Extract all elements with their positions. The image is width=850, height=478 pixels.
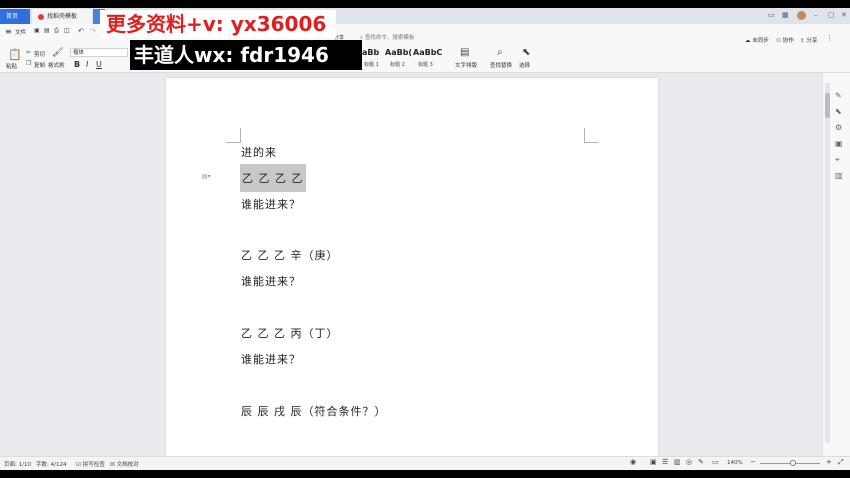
menu-icon[interactable]: ≡ — [5, 27, 12, 36]
cursor-icon[interactable]: ⬉ — [835, 107, 842, 116]
find-replace-button[interactable]: 查找替换 — [490, 61, 512, 69]
cut-button[interactable]: 剪切 — [34, 50, 45, 58]
text-layout-icon[interactable]: ▤ — [460, 47, 469, 58]
collab-button[interactable]: ⚇ 协作 — [776, 36, 794, 44]
select-button[interactable]: 选择 — [519, 61, 530, 69]
web-view-icon[interactable]: ◎ — [686, 458, 692, 466]
sync-status[interactable]: ☁ 未同步 — [745, 36, 769, 44]
style-heading1[interactable]: aBb — [362, 48, 379, 57]
command-search[interactable]: ⌕ 查找命令、搜索模板 — [360, 33, 414, 42]
share-label: 分享 — [806, 38, 818, 44]
document-page[interactable]: ▤▾ 进的来 乙 乙 乙 乙 谁能进来？ 乙 乙 乙 辛（庚） 谁能进来？ 乙 … — [166, 78, 658, 470]
write-view-icon[interactable]: ✎ — [698, 458, 704, 466]
zoom-slider-handle[interactable] — [790, 460, 796, 466]
grid-icon[interactable]: ▦ — [782, 11, 789, 19]
book-icon[interactable]: ▥ — [835, 171, 843, 180]
watermark-line1: 更多资料+v: yx36006 — [100, 10, 336, 38]
proof-label: 文档校对 — [116, 462, 139, 468]
doc-line[interactable]: 乙 乙 乙 丙（丁） — [241, 325, 339, 341]
copy-icon[interactable]: ❐ — [26, 60, 31, 67]
underline-button[interactable]: U — [96, 60, 102, 69]
margin-corner-left — [226, 128, 241, 143]
paste-button[interactable]: 粘贴 — [6, 62, 17, 70]
page-count[interactable]: 页面: 1/10 — [4, 460, 31, 468]
eye-icon[interactable]: ◉ — [630, 458, 636, 466]
print-icon[interactable]: ⎙ — [54, 27, 59, 35]
undo-icon[interactable]: ↶ — [78, 27, 84, 35]
preview-icon[interactable]: ◫ — [64, 27, 70, 34]
document-canvas[interactable]: ▤▾ 进的来 乙 乙 乙 乙 谁能进来？ 乙 乙 乙 辛（庚） 谁能进来？ 乙 … — [0, 73, 822, 470]
checkbox-icon: ☑ — [76, 462, 83, 468]
location-icon[interactable]: ⌖ — [835, 155, 840, 165]
spell-check-label: 拼写检查 — [82, 462, 105, 468]
doc-line[interactable]: 进的来 — [241, 144, 277, 160]
image-icon[interactable]: ▣ — [835, 139, 843, 148]
style-heading3-label: 标题 3 — [418, 62, 433, 68]
close-icon[interactable]: ✕ — [841, 11, 847, 19]
fullscreen-icon[interactable]: ⤢ — [838, 458, 844, 467]
font-name-select[interactable]: 楷体 — [70, 48, 128, 57]
doc-line-selected[interactable]: 乙 乙 乙 乙 — [240, 164, 306, 192]
bold-button[interactable]: B — [74, 60, 80, 69]
style-heading3[interactable]: AaBbC — [413, 48, 442, 57]
redo-icon[interactable]: ↷ — [90, 27, 96, 35]
collab-label: 协作 — [782, 38, 794, 44]
scroll-thumb[interactable] — [825, 93, 830, 118]
right-sidebar: ✎ ⬉ ⚙ ▣ ⌖ ▥ — [822, 73, 850, 456]
zoom-in-icon[interactable]: + — [826, 458, 832, 466]
tab-template[interactable]: 找稻壳模板 — [32, 9, 92, 24]
avatar[interactable] — [797, 11, 806, 20]
edit-icon[interactable]: ✎ — [835, 91, 842, 100]
doc-line[interactable]: 谁能进来？ — [241, 351, 301, 367]
paragraph-handle-icon[interactable]: ▤▾ — [202, 173, 211, 180]
maximize-icon[interactable]: ▢ — [828, 11, 835, 19]
export-icon[interactable]: ▤ — [44, 27, 50, 34]
find-icon[interactable]: ⌕ — [497, 47, 503, 58]
paste-icon[interactable]: 📋 — [8, 48, 22, 61]
format-painter-icon[interactable]: 🖌 — [52, 48, 63, 58]
app-window: 首页 找稻壳模板 ▭ ▦ – ▢ ✕ ≡ 文件 ▣ ▤ ⎙ ◫ ↶ ↷ 📋 粘贴… — [0, 8, 850, 470]
read-view-icon[interactable]: ▥ — [674, 458, 681, 466]
wps-logo-icon — [38, 13, 44, 20]
tab-template-label: 找稻壳模板 — [47, 13, 78, 20]
outline-view-icon[interactable]: ☰ — [662, 458, 668, 466]
style-heading2[interactable]: AaBb( — [385, 48, 412, 57]
zoom-out-icon[interactable]: − — [750, 458, 756, 466]
format-painter-button[interactable]: 格式刷 — [48, 61, 65, 69]
copy-button[interactable]: 复制 — [34, 61, 45, 69]
spell-check[interactable]: ☑ 拼写检查 — [76, 460, 105, 468]
cut-icon[interactable]: ✂ — [26, 49, 31, 56]
doc-line[interactable]: 乙 乙 乙 辛（庚） — [241, 247, 339, 263]
collab-icon: ⚇ — [776, 38, 783, 44]
save-icon[interactable]: ▣ — [34, 27, 40, 34]
margin-corner-right — [584, 128, 599, 143]
style-heading1-label: 标题 1 — [364, 62, 379, 68]
document-proof[interactable]: ☒ 文档校对 — [110, 460, 139, 468]
select-cursor-icon[interactable]: ⬉ — [522, 47, 530, 58]
italic-button[interactable]: I — [86, 60, 88, 69]
settings-sliders-icon[interactable]: ⚙ — [835, 123, 842, 132]
layout-icon[interactable]: ▭ — [768, 11, 775, 19]
more-icon[interactable]: ⋮ — [826, 34, 833, 42]
style-heading2-label: 标题 2 — [390, 62, 405, 68]
zoom-level[interactable]: 140% — [727, 460, 743, 466]
watermark-line2: 丰道人wx: fdr1946 — [130, 40, 362, 70]
search-placeholder: 查找命令、搜索模板 — [364, 35, 415, 41]
doc-line[interactable]: 谁能进来？ — [241, 196, 301, 212]
sync-label: 未同步 — [752, 38, 769, 44]
menu-file[interactable]: 文件 — [15, 28, 26, 36]
page-view-icon[interactable]: ▣ — [650, 458, 657, 466]
doc-line[interactable]: 谁能进来？ — [241, 273, 301, 289]
doc-line[interactable]: 辰 辰 戌 辰（符合条件？） — [241, 403, 387, 419]
minimize-icon[interactable]: – — [814, 11, 818, 19]
word-count[interactable]: 字数: 4/124 — [36, 460, 66, 468]
proof-icon: ☒ — [110, 462, 117, 468]
share-button[interactable]: ⇪ 分享 — [800, 36, 817, 44]
status-bar: 页面: 1/10 字数: 4/124 ☑ 拼写检查 ☒ 文档校对 ◉ ▣ ☰ ▥… — [0, 456, 850, 470]
text-layout-button[interactable]: 文字排版 — [455, 61, 477, 69]
tab-home[interactable]: 首页 — [0, 9, 30, 24]
fit-icon[interactable]: ▭ — [712, 458, 719, 466]
vertical-scrollbar[interactable] — [825, 83, 830, 443]
